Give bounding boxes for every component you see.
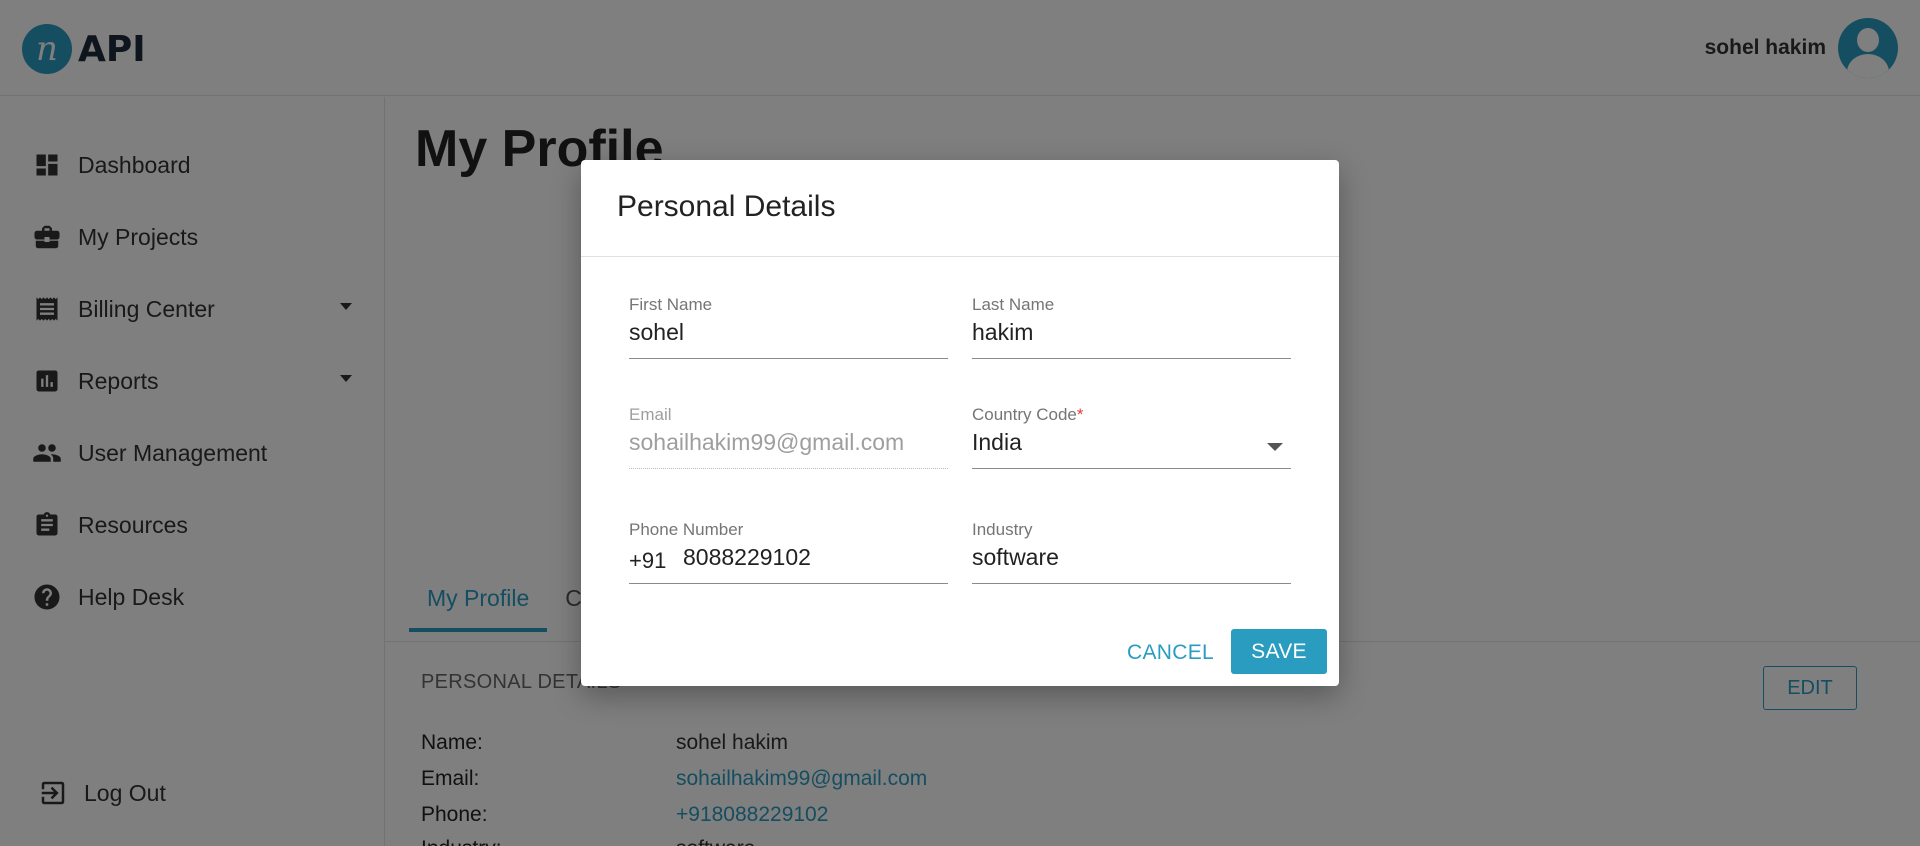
save-button[interactable]: SAVE xyxy=(1231,629,1327,674)
industry-field[interactable]: Industry software xyxy=(972,520,1291,584)
email-input: sohailhakim99@gmail.com xyxy=(629,429,905,455)
first-name-field[interactable]: First Name sohel xyxy=(629,295,948,359)
field-label: Email xyxy=(629,405,672,424)
field-label: First Name xyxy=(629,295,713,314)
dialog-title: Personal Details xyxy=(617,190,836,223)
last-name-field[interactable]: Last Name hakim xyxy=(972,295,1291,359)
personal-details-dialog: Personal Details First Name sohel Last N… xyxy=(581,160,1339,686)
chevron-down-icon[interactable] xyxy=(1267,443,1283,451)
phone-number-input[interactable]: 8088229102 xyxy=(683,544,811,571)
required-mark: * xyxy=(1076,405,1084,424)
last-name-input[interactable]: hakim xyxy=(972,319,1033,346)
field-label: Last Name xyxy=(972,295,1055,314)
field-label: Country Code* xyxy=(972,405,1084,424)
industry-input[interactable]: software xyxy=(972,544,1059,571)
field-label: Phone Number xyxy=(629,520,744,539)
country-code-value[interactable]: India xyxy=(972,429,1022,456)
phone-number-field[interactable]: Phone Number +91 8088229102 xyxy=(629,520,948,584)
first-name-input[interactable]: sohel xyxy=(629,319,684,346)
country-code-select[interactable]: Country Code* India xyxy=(972,405,1291,469)
field-label: Industry xyxy=(972,520,1033,539)
phone-prefix: +91 xyxy=(629,548,667,573)
email-field: Email sohailhakim99@gmail.com xyxy=(629,405,948,469)
dialog-divider xyxy=(581,256,1339,257)
cancel-button[interactable]: CANCEL xyxy=(1115,631,1226,675)
